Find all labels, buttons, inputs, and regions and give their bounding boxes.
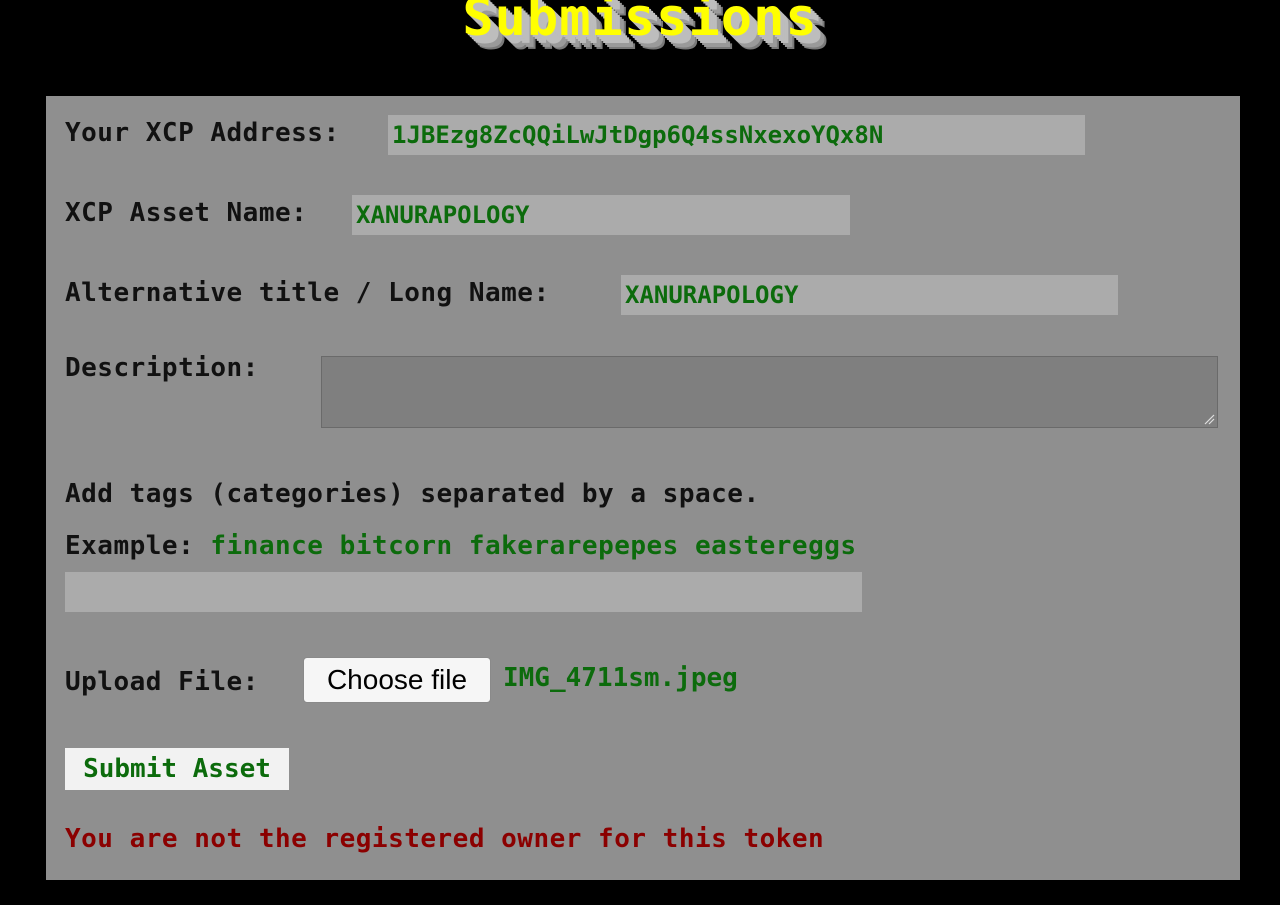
tags-input[interactable]	[65, 572, 862, 612]
error-message: You are not the registered owner for thi…	[65, 824, 825, 854]
asset-name-input[interactable]	[352, 195, 850, 235]
long-name-label: Alternative title / Long Name:	[65, 278, 550, 308]
page-title: Submissions	[462, 0, 818, 48]
tags-instruction: Add tags (categories) separated by a spa…	[65, 479, 760, 509]
choose-file-button[interactable]: Choose file	[303, 657, 491, 703]
description-textarea[interactable]	[321, 356, 1218, 428]
tags-example: Example: finance bitcorn fakerarepepes e…	[65, 531, 857, 561]
selected-file-name: IMG_4711sm.jpeg	[503, 663, 738, 693]
header: Submissions	[0, 0, 1280, 70]
resize-grip-icon[interactable]	[1203, 413, 1215, 425]
example-label: Example:	[65, 531, 195, 561]
address-label: Your XCP Address:	[65, 118, 340, 148]
asset-name-label: XCP Asset Name:	[65, 198, 308, 228]
long-name-input[interactable]	[621, 275, 1118, 315]
xcp-address-input[interactable]	[388, 115, 1085, 155]
description-label: Description:	[65, 353, 259, 383]
submit-asset-button[interactable]: Submit Asset	[65, 748, 289, 790]
upload-label: Upload File:	[65, 667, 259, 697]
submission-form: Your XCP Address: XCP Asset Name: Altern…	[46, 96, 1240, 880]
example-value: finance bitcorn fakerarepepes eastereggs	[210, 531, 857, 561]
